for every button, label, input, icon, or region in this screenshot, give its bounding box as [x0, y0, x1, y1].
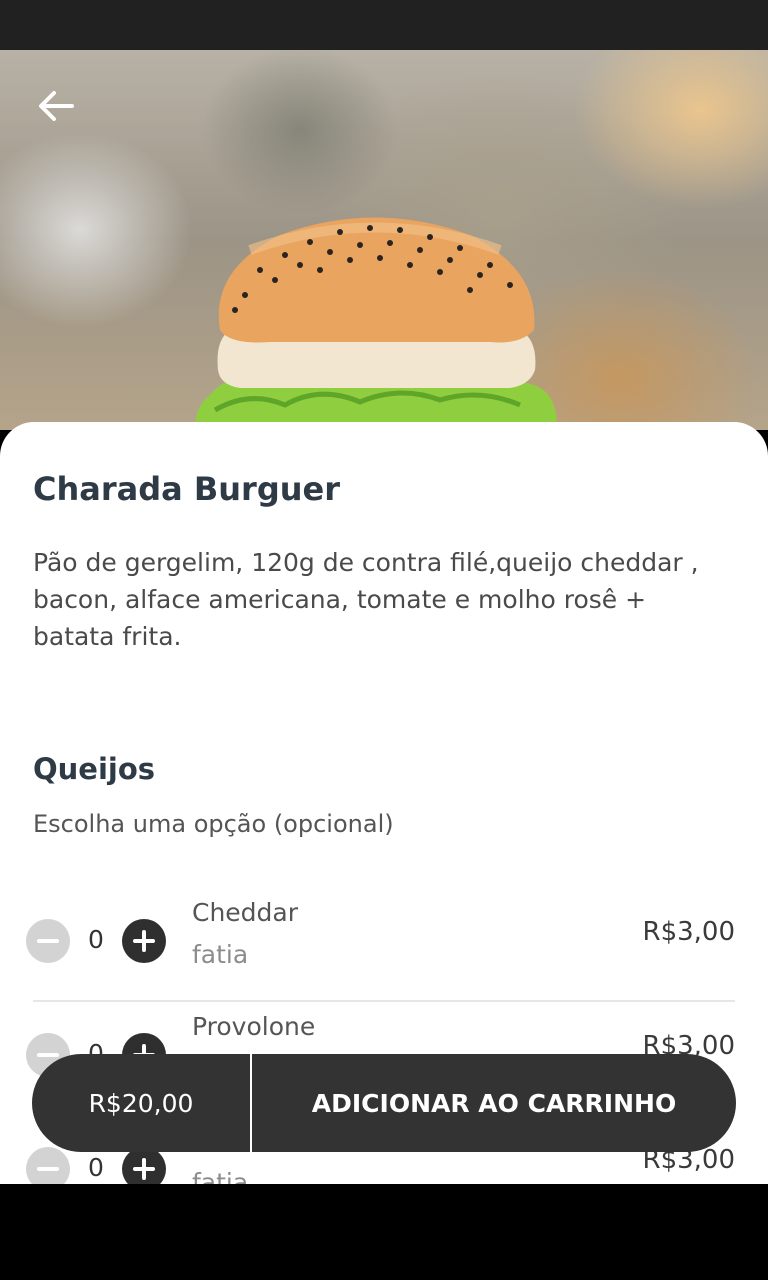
option-price: R$3,00: [642, 917, 736, 947]
option-name: Provolone: [192, 1012, 316, 1041]
option-unit: fatia: [192, 1168, 249, 1184]
option-group-subtitle: Escolha uma opção (opcional): [33, 810, 394, 838]
plus-circle-icon[interactable]: [122, 919, 166, 963]
cart-bar: R$20,00 ADICIONAR AO CARRINHO: [32, 1054, 736, 1152]
status-bar: [0, 0, 768, 50]
option-unit: fatia: [192, 940, 249, 969]
minus-circle-icon[interactable]: [26, 1147, 70, 1184]
cart-total: R$20,00: [32, 1054, 252, 1152]
option-name: Cheddar: [192, 898, 299, 927]
product-hero-image: [0, 50, 768, 430]
add-to-cart-button[interactable]: ADICIONAR AO CARRINHO: [252, 1054, 736, 1152]
product-title: Charada Burguer: [33, 470, 340, 508]
option-group-title: Queijos: [33, 752, 156, 786]
option-quantity: 0: [88, 1153, 104, 1182]
product-description: Pão de gergelim, 120g de contra filé,que…: [33, 548, 699, 651]
minus-circle-icon[interactable]: [26, 919, 70, 963]
plus-circle-icon[interactable]: [122, 1147, 166, 1184]
option-quantity: 0: [88, 925, 104, 954]
back-button[interactable]: [30, 86, 82, 126]
arrow-left-icon: [39, 91, 74, 121]
burger-photo: [195, 217, 557, 430]
option-item-cheddar: 0 Cheddar fatia R$3,00: [0, 888, 768, 1002]
system-navigation-bar: [0, 1184, 768, 1280]
